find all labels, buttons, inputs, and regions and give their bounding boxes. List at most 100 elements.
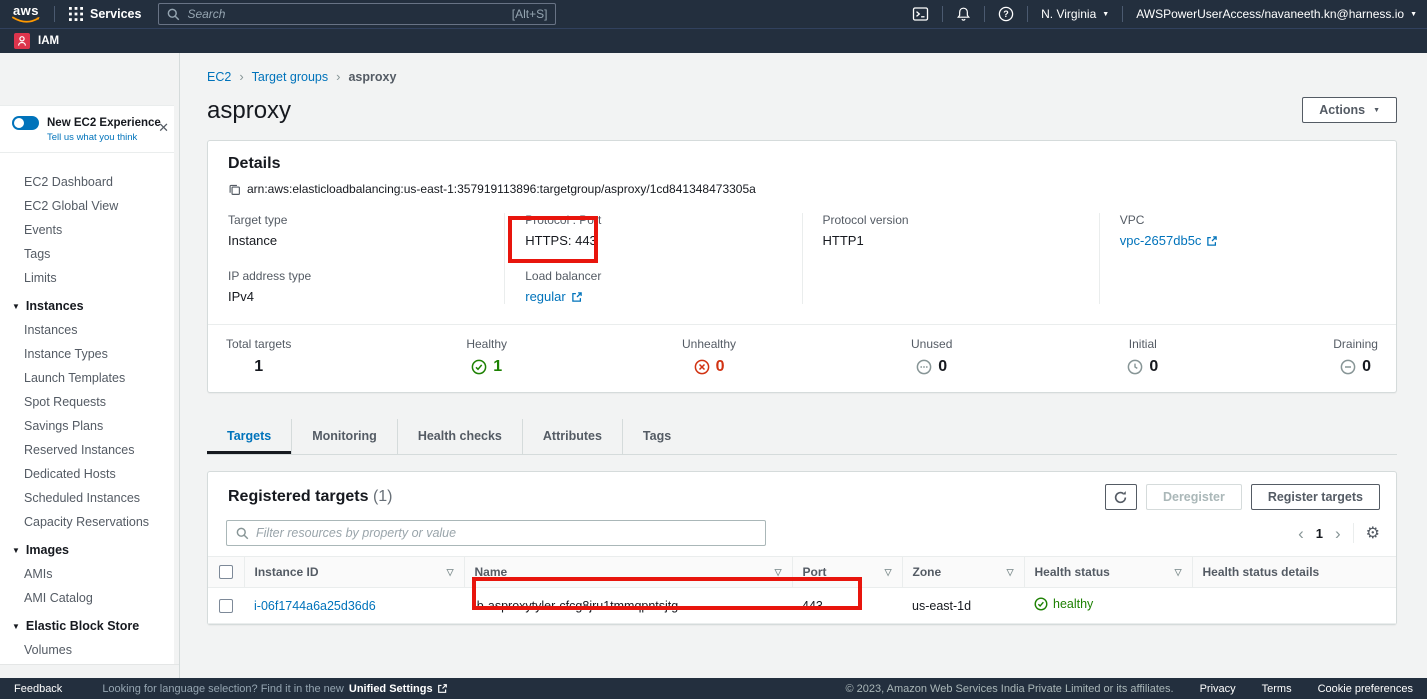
table-row: i-06f1744a6a25d36d6 lb-asproxytyler-cfcg… [208,588,1396,624]
favorite-iam-shortcut[interactable]: IAM [14,33,59,49]
sidebar-item-capacity-reservations[interactable]: Capacity Reservations [0,510,179,534]
tab-health-checks[interactable]: Health checks [397,419,522,454]
account-menu[interactable]: AWSPowerUserAccess/navaneeth.kn@harness.… [1136,7,1417,21]
column-health-status: Health status [1035,565,1110,579]
sidebar-item-instances[interactable]: Instances [0,318,179,342]
details-column: VPC vpc-2657db5c [1099,213,1396,304]
region-selector[interactable]: N. Virginia ▼ [1041,7,1109,21]
tab-attributes[interactable]: Attributes [522,419,622,454]
global-search[interactable]: [Alt+S] [158,3,556,25]
sidebar-item-scheduled-instances[interactable]: Scheduled Instances [0,486,179,510]
actions-button[interactable]: Actions ▼ [1302,97,1397,123]
registered-targets-count: (1) [373,488,393,505]
sidebar-item-limits[interactable]: Limits [0,266,179,290]
search-icon [167,8,180,21]
refresh-icon [1113,490,1128,505]
cookie-preferences-link[interactable]: Cookie preferences [1318,683,1413,695]
breadcrumb-ec2[interactable]: EC2 [207,70,231,84]
deregister-button[interactable]: Deregister [1146,484,1242,510]
sidebar-item-savings-plans[interactable]: Savings Plans [0,414,179,438]
terms-link[interactable]: Terms [1262,683,1292,695]
section-title: Elastic Block Store [26,619,139,633]
section-title: Images [26,543,69,557]
sidebar-item-launch-templates[interactable]: Launch Templates [0,366,179,390]
row-checkbox[interactable] [219,599,233,613]
sidebar-item-ec2-global-view[interactable]: EC2 Global View [0,194,179,218]
sidebar-section-images[interactable]: ▼ Images [0,534,179,562]
sidebar-horizontal-scrollbar[interactable] [0,664,179,678]
tab-targets[interactable]: Targets [207,419,291,454]
stat-label: Unused [911,337,952,351]
main-content: EC2 › Target groups › asproxy asproxy Ac… [180,53,1427,678]
column-filter-icon[interactable]: ▽ [775,567,782,578]
column-filter-icon[interactable]: ▽ [447,567,454,578]
sidebar-item-reserved-instances[interactable]: Reserved Instances [0,438,179,462]
search-shortcut: [Alt+S] [512,7,548,21]
search-input[interactable] [187,7,504,21]
stat-label: Unhealthy [682,337,736,351]
clock-circle-icon [1127,359,1143,375]
cloudshell-icon[interactable] [912,6,929,22]
previous-page-icon[interactable]: ‹ [1298,525,1304,542]
sidebar-item-ami-catalog[interactable]: AMI Catalog [0,586,179,610]
triangle-down-icon: ▼ [12,622,20,631]
triangle-down-icon: ▼ [12,302,20,311]
sidebar-item-instance-types[interactable]: Instance Types [0,342,179,366]
tell-us-link[interactable]: Tell us what you think [47,132,169,143]
notifications-bell-icon[interactable] [956,6,971,22]
load-balancer-link[interactable]: regular [525,289,582,304]
sidebar-item-spot-requests[interactable]: Spot Requests [0,390,179,414]
services-menu-button[interactable]: Services [69,7,141,21]
new-experience-title: New EC2 Experience [47,117,161,129]
sidebar-section-ebs[interactable]: ▼ Elastic Block Store [0,610,179,638]
register-targets-button[interactable]: Register targets [1251,484,1380,510]
sidebar-item-events[interactable]: Events [0,218,179,242]
breadcrumb-target-groups[interactable]: Target groups [252,70,328,84]
top-navigation: aws Services [Alt+S] ? [0,0,1427,53]
language-selection-text: Looking for language selection? Find it … [102,683,344,695]
svg-text:?: ? [1003,9,1009,19]
sidebar-item-amis[interactable]: AMIs [0,562,179,586]
feedback-link[interactable]: Feedback [14,683,62,695]
page-number[interactable]: 1 [1316,526,1323,541]
sidebar-item-ec2-dashboard[interactable]: EC2 Dashboard [0,170,179,194]
sidebar-section-instances[interactable]: ▼ Instances [0,290,179,318]
next-page-icon[interactable]: › [1335,525,1341,542]
new-experience-toggle[interactable] [12,116,39,130]
vpc-link[interactable]: vpc-2657db5c [1120,233,1219,248]
column-filter-icon[interactable]: ▽ [1007,567,1014,578]
select-all-checkbox[interactable] [219,565,233,579]
divider [1122,6,1123,22]
sidebar-item-volumes[interactable]: Volumes [0,638,179,662]
stat-label: Total targets [226,337,291,351]
filter-input[interactable] [256,526,756,540]
draining-count: 0 [1362,358,1371,376]
field-label: Protocol version [823,213,1079,227]
refresh-button[interactable] [1105,484,1137,510]
unified-settings-link[interactable]: Unified Settings [349,683,448,695]
tab-tags[interactable]: Tags [622,419,691,454]
new-ec2-experience-panel: New EC2 Experience Tell us what you thin… [0,105,179,153]
health-status-details-cell [1192,588,1396,624]
aws-logo[interactable]: aws [12,5,40,24]
unhealthy-count: 0 [716,358,725,376]
sidebar-item-dedicated-hosts[interactable]: Dedicated Hosts [0,462,179,486]
close-icon[interactable]: ✕ [158,120,169,136]
help-icon[interactable]: ? [998,6,1014,22]
target-group-arn: arn:aws:elasticloadbalancing:us-east-1:3… [247,182,756,196]
column-filter-icon[interactable]: ▽ [1175,567,1182,578]
sidebar-scrollbar[interactable] [174,105,179,664]
chevron-down-icon: ▼ [1102,11,1109,18]
column-filter-icon[interactable]: ▽ [885,567,892,578]
sidebar-item-tags[interactable]: Tags [0,242,179,266]
privacy-link[interactable]: Privacy [1200,683,1236,695]
instance-id-link[interactable]: i-06f1744a6a25d36d6 [254,599,376,613]
details-column: Protocol : Port HTTPS: 443 Load balancer… [504,213,801,304]
field-label: Load balancer [525,269,781,283]
divider [1027,6,1028,22]
column-zone: Zone [913,565,942,579]
filter-field[interactable] [226,520,766,546]
copy-icon[interactable] [228,183,241,196]
tab-monitoring[interactable]: Monitoring [291,419,397,454]
settings-gear-icon[interactable]: ⚙ [1366,525,1380,541]
